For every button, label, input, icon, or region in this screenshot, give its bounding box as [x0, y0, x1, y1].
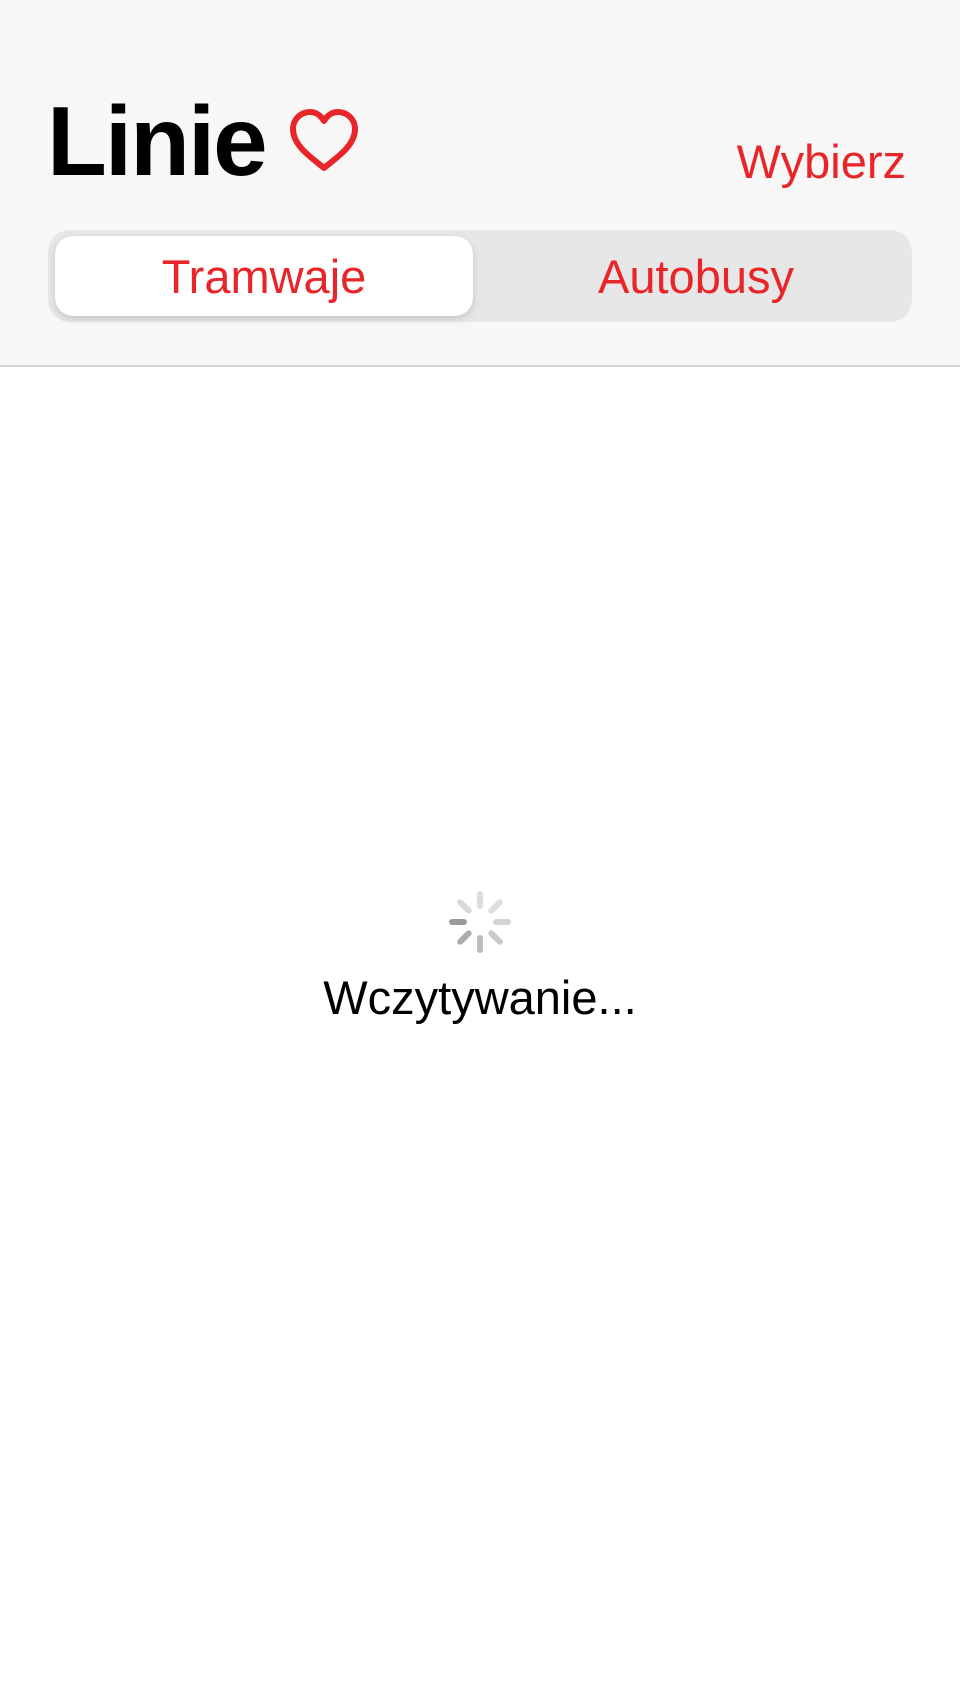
- select-button[interactable]: Wybierz: [737, 138, 906, 185]
- heart-outline-icon[interactable]: [288, 108, 360, 174]
- loading-indicator: Wczytywanie...: [0, 890, 960, 1021]
- loading-text: Wczytywanie...: [323, 971, 637, 1024]
- page-title: Linie: [47, 86, 268, 196]
- navigation-header: Linie Wybierz Tramwaje Autobusy: [0, 0, 960, 367]
- segment-tramwaje[interactable]: Tramwaje: [55, 236, 473, 316]
- lines-screen: Linie Wybierz Tramwaje Autobusy Wczytywa…: [0, 0, 960, 1704]
- vehicle-type-segmented-control: Tramwaje Autobusy: [48, 230, 912, 322]
- title-row: Linie: [47, 92, 360, 190]
- segment-autobusy[interactable]: Autobusy: [487, 236, 905, 316]
- spinner-icon: [449, 891, 511, 953]
